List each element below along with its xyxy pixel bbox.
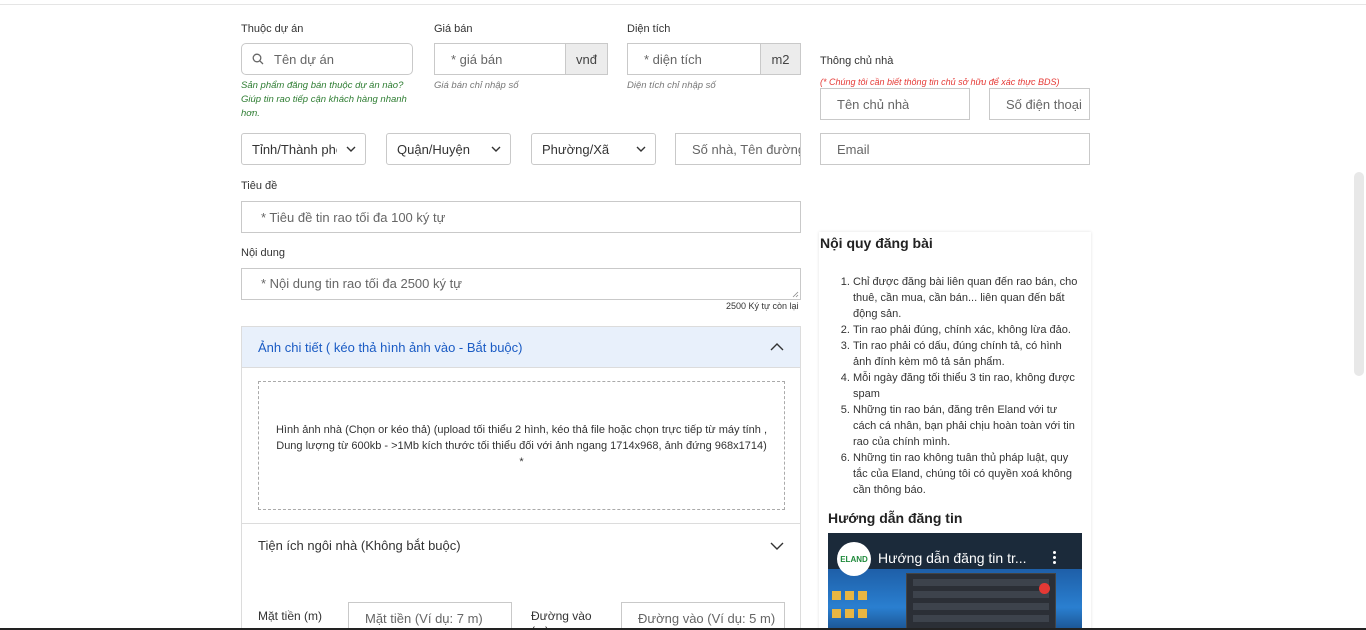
owner-name-input[interactable]: Tên chủ nhà bbox=[820, 88, 970, 120]
photos-header-text: Ảnh chi tiết ( kéo thả hình ảnh vào - Bắ… bbox=[258, 339, 523, 355]
owner-phone-placeholder: Số điện thoại bbox=[1006, 96, 1082, 112]
price-input[interactable]: * giá bán vnđ bbox=[434, 43, 608, 75]
area-label: Diện tích bbox=[627, 23, 671, 35]
rule-item: Tin rao phải có dấu, đúng chính tả, có h… bbox=[853, 338, 1081, 370]
road-input[interactable]: Đường vào (Ví dụ: 5 m) bbox=[621, 602, 785, 630]
road-placeholder: Đường vào (Ví dụ: 5 m) bbox=[638, 610, 776, 626]
title-label: Tiêu đề bbox=[241, 180, 278, 192]
content-counter: 2500 Ký tự còn lại bbox=[726, 301, 799, 311]
chevron-down-icon bbox=[770, 542, 784, 550]
frontage-placeholder: Mặt tiền (Ví dụ: 7 m) bbox=[365, 610, 483, 626]
title-input[interactable]: * Tiêu đề tin rao tối đa 100 ký tự bbox=[241, 201, 801, 233]
amenities-header-text: Tiện ích ngôi nhà (Không bắt buộc) bbox=[258, 538, 461, 553]
ward-value: Phường/Xã bbox=[542, 141, 610, 157]
owner-email-placeholder: Email bbox=[837, 141, 870, 157]
owner-phone-input[interactable]: Số điện thoại bbox=[989, 88, 1090, 120]
rules-title: Nội quy đăng bài bbox=[820, 235, 933, 251]
price-placeholder: * giá bán bbox=[451, 51, 503, 67]
project-label: Thuộc dự án bbox=[241, 23, 304, 35]
area-input[interactable]: * diện tích m2 bbox=[627, 43, 801, 75]
video-screenshot-panel bbox=[906, 573, 1056, 630]
desktop-icons bbox=[830, 589, 870, 625]
area-hint: Diện tích chỉ nhập số bbox=[627, 80, 716, 91]
rule-item: Mỗi ngày đăng tối thiểu 3 tin rao, không… bbox=[853, 370, 1081, 402]
province-value: Tỉnh/Thành phố bbox=[252, 141, 337, 157]
owner-name-placeholder: Tên chủ nhà bbox=[837, 96, 910, 112]
record-icon bbox=[1039, 583, 1050, 594]
price-label: Giá bán bbox=[434, 23, 473, 35]
dropzone-text: Hình ảnh nhà (Chọn or kéo thả) (upload t… bbox=[275, 423, 768, 468]
frontage-label: Mặt tiền (m) bbox=[258, 609, 323, 623]
province-select[interactable]: Tỉnh/Thành phố bbox=[241, 133, 366, 165]
ward-select[interactable]: Phường/Xã bbox=[531, 133, 656, 165]
content-placeholder: * Nội dung tin rao tối đa 2500 ký tự bbox=[261, 276, 462, 291]
frontage-input[interactable]: Mặt tiền (Ví dụ: 7 m) bbox=[348, 602, 512, 630]
search-icon bbox=[252, 53, 264, 65]
more-options-icon[interactable] bbox=[1053, 551, 1057, 566]
chevron-up-icon bbox=[770, 343, 784, 351]
content-textarea[interactable]: * Nội dung tin rao tối đa 2500 ký tự bbox=[241, 268, 801, 300]
district-value: Quận/Huyện bbox=[397, 141, 470, 157]
price-hint: Giá bán chỉ nhập số bbox=[434, 80, 519, 91]
photo-dropzone[interactable]: Hình ảnh nhà (Chọn or kéo thả) (upload t… bbox=[258, 381, 785, 510]
guide-video[interactable]: ELAND Hướng dẫn đăng tin tr... bbox=[828, 533, 1082, 630]
resize-handle-icon[interactable] bbox=[792, 291, 799, 298]
chevron-down-icon bbox=[337, 146, 365, 152]
road-label: Đường vào (m) bbox=[531, 609, 592, 630]
area-unit: m2 bbox=[760, 44, 800, 74]
project-hint: Sản phẩm đăng bán thuộc dự án nào? Giúp … bbox=[241, 80, 407, 119]
top-divider bbox=[0, 4, 1366, 5]
owner-note: (* Chúng tôi cần biết thông tin chủ sở h… bbox=[820, 77, 1060, 87]
rule-item: Chỉ được đăng bài liên quan đến rao bán,… bbox=[853, 274, 1081, 322]
project-search-input[interactable]: Tên dự án bbox=[241, 43, 413, 75]
scrollbar-thumb[interactable] bbox=[1354, 172, 1364, 376]
photos-accordion: Ảnh chi tiết ( kéo thả hình ảnh vào - Bắ… bbox=[241, 326, 801, 630]
district-select[interactable]: Quận/Huyện bbox=[386, 133, 511, 165]
street-placeholder: Số nhà, Tên đường bbox=[692, 141, 800, 157]
owner-email-input[interactable]: Email bbox=[820, 133, 1090, 165]
video-title[interactable]: Hướng dẫn đăng tin tr... bbox=[878, 550, 1027, 566]
rule-item: Tin rao phải đúng, chính xác, không lừa … bbox=[853, 322, 1081, 338]
project-placeholder: Tên dự án bbox=[274, 51, 335, 67]
content-label: Nội dung bbox=[241, 247, 286, 259]
channel-logo: ELAND bbox=[837, 542, 871, 576]
chevron-down-icon bbox=[482, 146, 510, 152]
rules-list: Chỉ được đăng bài liên quan đến rao bán,… bbox=[853, 274, 1081, 498]
rule-item: Những tin rao bán, đăng trên Eland với t… bbox=[853, 402, 1081, 450]
amenities-accordion-header[interactable]: Tiện ích ngôi nhà (Không bắt buộc) bbox=[242, 523, 800, 567]
chevron-down-icon bbox=[627, 146, 655, 152]
street-input[interactable]: Số nhà, Tên đường bbox=[675, 133, 801, 165]
rule-item: Những tin rao không tuân thủ pháp luật, … bbox=[853, 450, 1081, 498]
guide-title: Hướng dẫn đăng tin bbox=[828, 510, 963, 526]
area-placeholder: * diện tích bbox=[644, 51, 702, 67]
price-unit: vnđ bbox=[565, 44, 607, 74]
title-placeholder: * Tiêu đề tin rao tối đa 100 ký tự bbox=[261, 209, 446, 225]
photos-accordion-header[interactable]: Ảnh chi tiết ( kéo thả hình ảnh vào - Bắ… bbox=[242, 327, 800, 368]
owner-label: Thông chủ nhà bbox=[820, 55, 894, 67]
rules-panel: Nội quy đăng bài Chỉ được đăng bài liên … bbox=[819, 232, 1091, 630]
